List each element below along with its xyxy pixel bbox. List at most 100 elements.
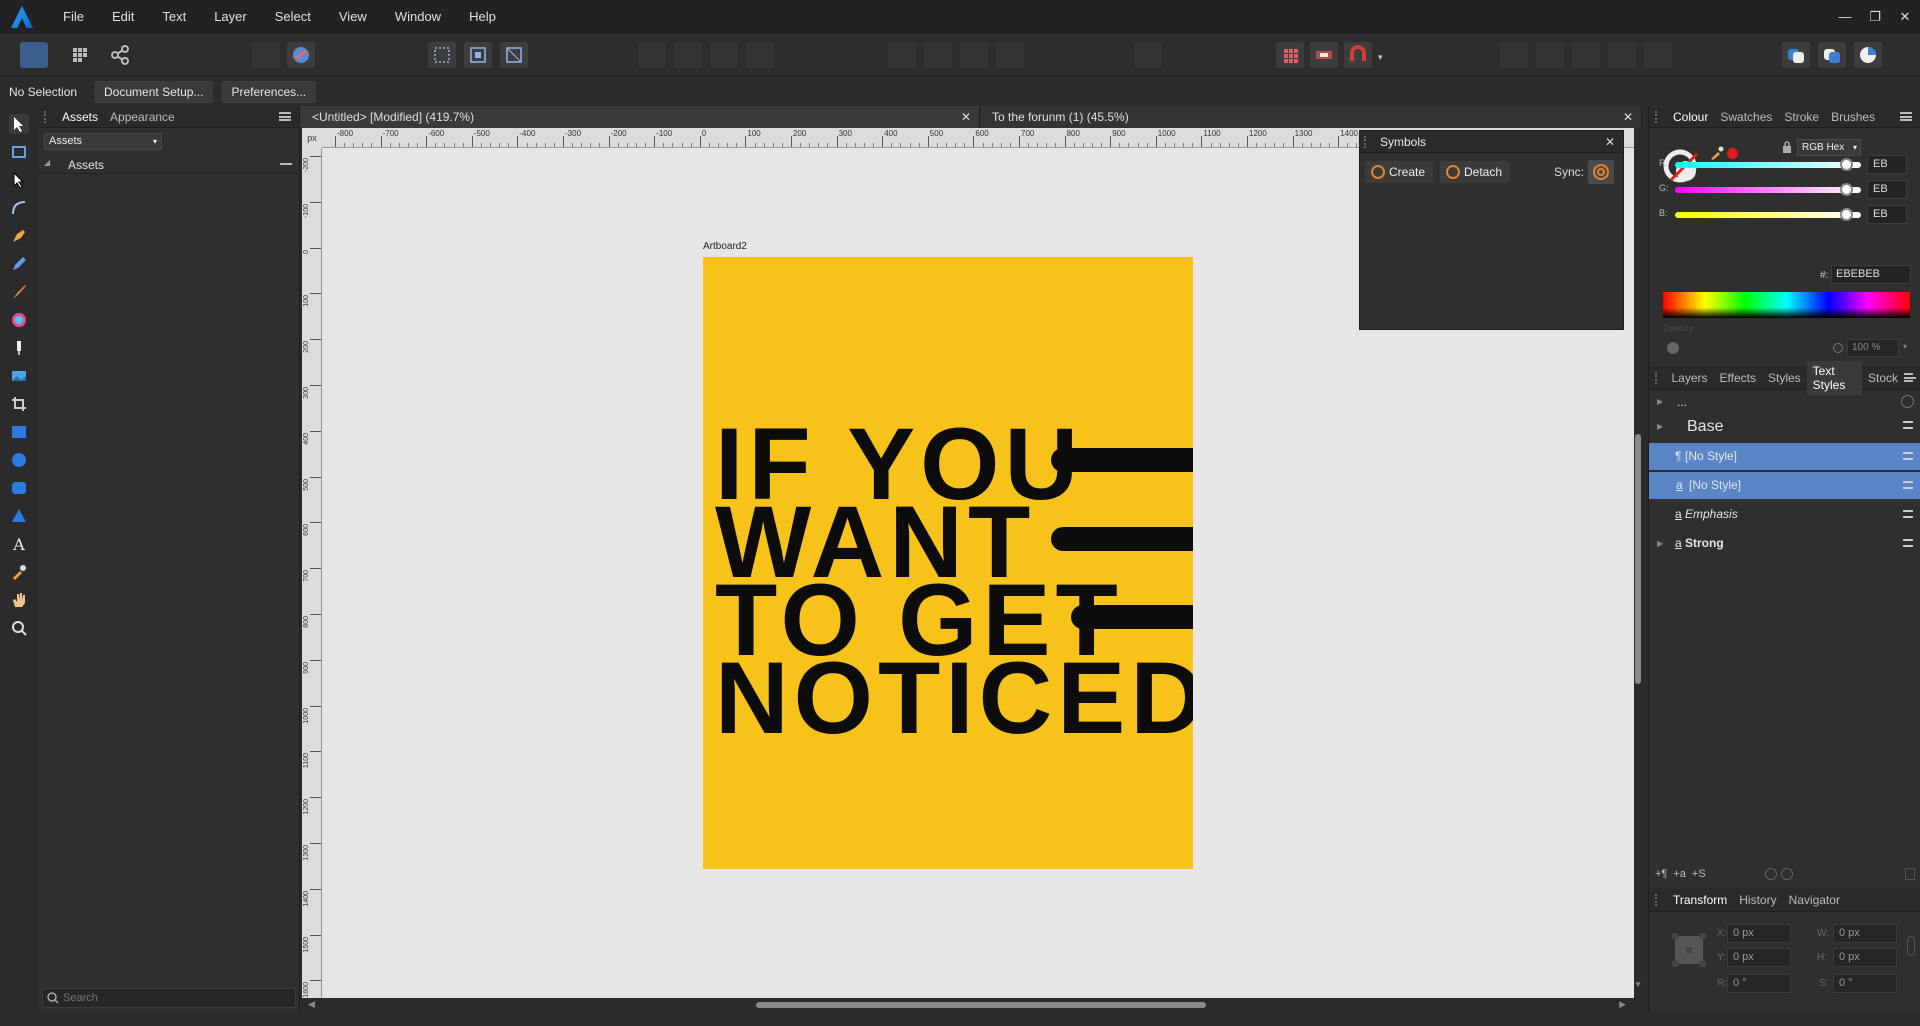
menu-file[interactable]: File <box>49 0 98 34</box>
flip-horizontal-icon[interactable] <box>888 42 916 68</box>
expand-triangle-icon[interactable]: ▶ <box>1657 412 1663 442</box>
boolean-divide-icon[interactable] <box>1644 42 1672 68</box>
assets-category-dropdown[interactable]: Assets ▾ <box>44 133 162 150</box>
transform-objects-icon[interactable] <box>428 42 456 68</box>
width-field[interactable]: 0 px <box>1833 924 1897 943</box>
tab-history[interactable]: History <box>1733 893 1782 907</box>
lock-icon[interactable] <box>1781 140 1793 154</box>
move-tool-icon[interactable] <box>9 114 29 134</box>
anchor-point-selector-icon[interactable] <box>1671 932 1707 968</box>
colour-model-dropdown[interactable]: RGB Hex ▾ <box>1797 139 1861 156</box>
colour-spectrum[interactable] <box>1663 292 1910 318</box>
boolean-xor-icon[interactable] <box>1608 42 1636 68</box>
detach-symbol-button[interactable]: Detach <box>1440 161 1511 183</box>
poster-bar-1[interactable] <box>1051 448 1193 472</box>
boolean-intersect-icon[interactable] <box>1572 42 1600 68</box>
close-tab-icon[interactable]: ✕ <box>961 106 971 128</box>
tab-swatches[interactable]: Swatches <box>1714 110 1778 124</box>
color-picker-tool-icon[interactable] <box>9 562 29 582</box>
scroll-left-icon[interactable]: ◀ <box>308 999 315 1010</box>
transform-handles-icon[interactable] <box>500 42 528 68</box>
transform-origin-icon[interactable] <box>464 42 492 68</box>
shear-field[interactable]: 0 ° <box>1833 974 1897 993</box>
vector-brush-tool-icon[interactable] <box>9 282 29 302</box>
new-character-style-icon[interactable]: +a <box>1673 868 1686 880</box>
triangle-tool-icon[interactable] <box>9 506 29 526</box>
close-tab-icon[interactable]: ✕ <box>1623 106 1633 128</box>
view-mode-icon[interactable] <box>287 42 315 68</box>
panel-grip-icon[interactable] <box>1655 893 1663 906</box>
height-field[interactable]: 0 px <box>1833 948 1897 967</box>
place-image-tool-icon[interactable] <box>9 366 29 386</box>
pixel-persona-icon[interactable] <box>66 42 94 68</box>
designer-persona-icon[interactable] <box>20 42 48 68</box>
tab-transform[interactable]: Transform <box>1667 893 1733 907</box>
tab-effects[interactable]: Effects <box>1714 371 1762 385</box>
expand-triangle-icon[interactable]: ▶ <box>1657 392 1663 412</box>
collapse-triangle-icon[interactable]: ◢ <box>44 158 50 167</box>
text-style-emphasis[interactable]: a Emphasis <box>1649 501 1920 528</box>
clear-paragraph-style-icon[interactable] <box>1765 868 1777 880</box>
filter-icon[interactable] <box>1901 395 1914 408</box>
snapping-grid-icon[interactable] <box>1276 42 1304 68</box>
row-menu-icon[interactable] <box>1903 452 1913 460</box>
menu-view[interactable]: View <box>325 0 381 34</box>
row-menu-icon[interactable] <box>1903 510 1913 518</box>
tab-text-styles[interactable]: Text Styles <box>1806 360 1863 395</box>
pen-tool-icon[interactable] <box>9 226 29 246</box>
blue-value-field[interactable]: EB <box>1867 205 1907 224</box>
panel-grip-icon[interactable] <box>1364 135 1372 148</box>
panel-menu-icon[interactable] <box>279 112 291 121</box>
horizontal-scroll-thumb[interactable] <box>756 1002 1206 1008</box>
text-style-character-no-style[interactable]: a [No Style] <box>1649 472 1920 499</box>
panel-grip-icon[interactable] <box>1655 371 1661 384</box>
red-value-field[interactable]: EB <box>1867 155 1907 174</box>
row-menu-icon[interactable] <box>1903 481 1913 489</box>
tab-forum-document[interactable]: To the forunm (1) (45.5%) ✕ <box>980 106 1642 128</box>
grid-icon[interactable] <box>252 42 280 68</box>
menu-layer[interactable]: Layer <box>200 0 261 34</box>
red-slider-knob[interactable] <box>1840 158 1853 171</box>
hex-value-field[interactable]: EBEBEB <box>1831 265 1911 284</box>
tab-navigator[interactable]: Navigator <box>1783 893 1846 907</box>
preferences-button[interactable]: Preferences... <box>221 80 317 103</box>
rotation-field[interactable]: 0 ° <box>1727 974 1791 993</box>
tab-colour[interactable]: Colour <box>1667 110 1714 124</box>
tab-brushes[interactable]: Brushes <box>1825 110 1881 124</box>
boolean-add-icon[interactable] <box>1500 42 1528 68</box>
delete-style-icon[interactable] <box>1905 868 1915 880</box>
menu-edit[interactable]: Edit <box>98 0 148 34</box>
insert-behind-icon[interactable] <box>638 42 666 68</box>
opacity-value-field[interactable]: 100 % <box>1847 339 1899 357</box>
flip-vertical-icon[interactable] <box>924 42 952 68</box>
menu-help[interactable]: Help <box>455 0 510 34</box>
y-position-field[interactable]: 0 px <box>1727 948 1791 967</box>
poster-bar-3[interactable] <box>1071 605 1193 629</box>
green-slider-knob[interactable] <box>1840 183 1853 196</box>
artboard-tool-icon[interactable] <box>9 142 29 162</box>
panel-grip-icon[interactable] <box>44 110 52 123</box>
tab-styles[interactable]: Styles <box>1762 371 1807 385</box>
rounded-rectangle-tool-icon[interactable] <box>9 478 29 498</box>
snapping-magnet-icon[interactable] <box>1344 42 1372 68</box>
poster-line-4[interactable]: NOTICED <box>715 647 1193 749</box>
tab-assets[interactable]: Assets <box>56 110 104 124</box>
document-setup-button[interactable]: Document Setup... <box>94 80 214 103</box>
opacity-slider-start-knob[interactable] <box>1667 342 1679 354</box>
text-tool-icon[interactable]: A <box>9 534 29 554</box>
arrange-back-icon[interactable] <box>1818 42 1846 68</box>
x-position-field[interactable]: 0 px <box>1727 924 1791 943</box>
close-window-icon[interactable]: ✕ <box>1890 0 1920 34</box>
snapping-dropdown-icon[interactable]: ▾ <box>1378 52 1383 63</box>
row-menu-icon[interactable] <box>1903 421 1913 429</box>
text-style-strong[interactable]: ▶ a Strong <box>1649 530 1920 557</box>
menu-window[interactable]: Window <box>381 0 455 34</box>
green-slider-track[interactable] <box>1675 187 1861 193</box>
scroll-down-icon[interactable]: ▼ <box>1634 980 1642 989</box>
sync-toggle-button[interactable] <box>1588 160 1614 184</box>
pencil-tool-icon[interactable] <box>9 254 29 274</box>
panel-menu-icon[interactable] <box>1900 112 1912 121</box>
create-symbol-button[interactable]: Create <box>1365 161 1434 183</box>
tab-appearance[interactable]: Appearance <box>104 110 181 124</box>
menu-text[interactable]: Text <box>148 0 200 34</box>
